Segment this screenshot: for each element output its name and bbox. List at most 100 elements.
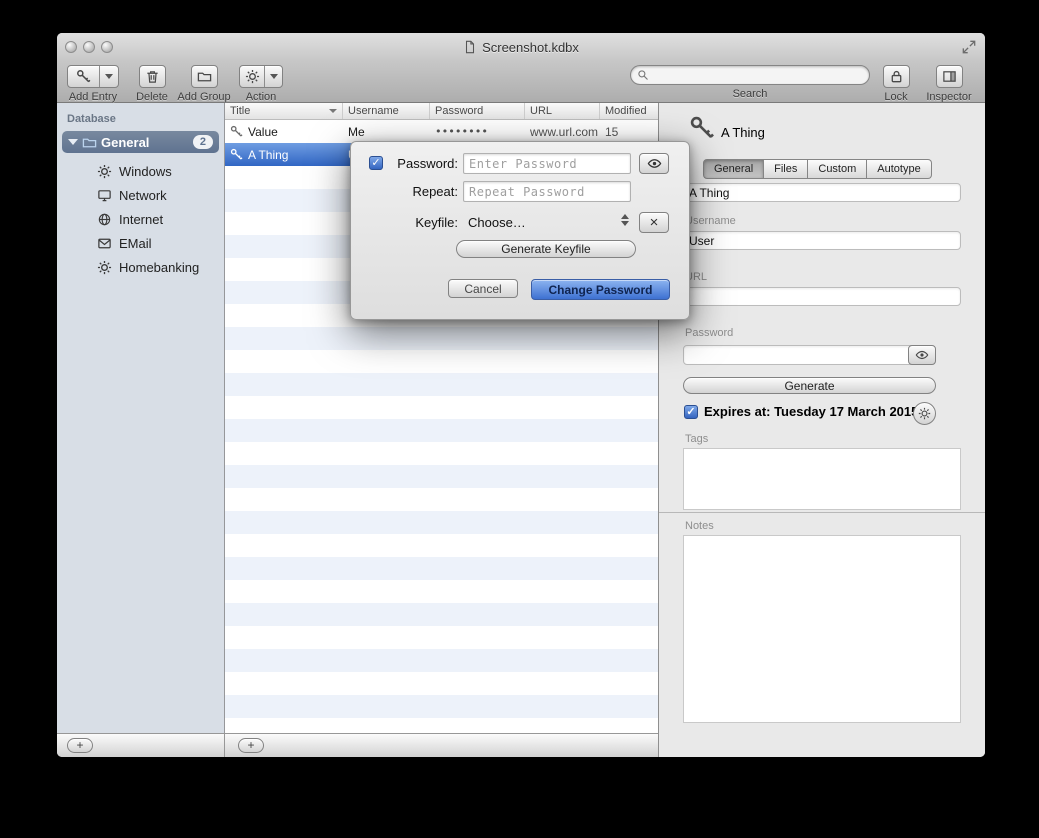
dialog-password-input[interactable] [463,153,631,174]
list-header: Title Username Password URL Modified [225,103,658,120]
checkmark-icon: ✓ [686,406,695,418]
add-group-button[interactable] [191,65,218,88]
change-password-button[interactable]: Change Password [531,279,670,300]
notes-input[interactable] [683,535,961,723]
column-header-url[interactable]: URL [525,103,600,119]
divider [224,733,225,757]
password-checkbox[interactable]: ✓ [369,156,383,170]
eye-icon [915,348,929,362]
column-header-title[interactable]: Title [225,103,343,119]
inspector-entry-title: A Thing [721,125,765,140]
checkmark-icon: ✓ [371,157,380,169]
count-badge: 2 [193,135,213,149]
sidebar-item-internet[interactable]: Internet [57,207,224,231]
username-field[interactable] [683,231,961,250]
delete-label: Delete [136,91,168,103]
document-icon [463,40,477,54]
sidebar-item-label: Network [119,188,167,203]
sidebar-group-general[interactable]: General 2 [62,131,219,153]
stepper-arrows-icon[interactable] [621,214,629,226]
expires-label: Expires at: Tuesday 17 March 2015 [704,404,918,419]
inspector-panel: A Thing General Files Custom Autotype Us… [658,103,985,757]
divider [659,512,985,513]
lock-button[interactable] [883,65,910,88]
eye-icon [647,156,662,171]
tags-input[interactable] [683,448,961,510]
expires-checkbox[interactable]: ✓ [684,405,698,419]
column-header-modified[interactable]: Modified [600,103,658,119]
generate-password-button[interactable]: Generate [683,377,936,394]
sidebar-group-label: General [101,135,149,150]
delete-button[interactable] [139,65,166,88]
action-button[interactable] [239,65,283,88]
gear-icon [245,69,260,84]
password-field[interactable] [683,345,923,365]
chevron-down-icon [270,74,278,79]
gear-icon [97,164,112,179]
expires-options-button[interactable] [913,402,936,425]
search-icon [637,69,649,81]
sidebar-item-label: Internet [119,212,163,227]
gear-icon [918,407,931,420]
disclosure-triangle-icon[interactable] [68,139,78,145]
dialog-keyfile-label: Keyfile: [389,212,458,233]
remove-keyfile-button[interactable]: × [639,212,669,233]
table-row[interactable]: Value Me •••••••• www.url.com 15 [225,120,658,143]
cancel-button[interactable]: Cancel [448,279,518,298]
add-group-label: Add Group [177,91,230,103]
app-window: Screenshot.kdbx Add Entry Delete Add Gro… [57,33,985,757]
url-field[interactable] [683,287,961,306]
keyfile-dropdown[interactable]: Choose… [468,212,526,233]
sidebar-item-label: EMail [119,236,152,251]
tab-autotype[interactable]: Autotype [867,159,931,179]
search-input[interactable] [653,67,863,83]
password-label: Password [685,327,733,339]
envelope-icon [97,236,112,251]
column-header-username[interactable]: Username [343,103,430,119]
tab-general[interactable]: General [703,159,764,179]
dialog-repeat-label: Repeat: [389,181,458,202]
sidebar-header: Database [67,113,116,125]
sidebar-item-network[interactable]: Network [57,183,224,207]
search-label: Search [733,88,768,100]
dialog-reveal-password-button[interactable] [639,153,669,174]
fullscreen-icon[interactable] [962,40,976,54]
sidebar: Database General 2 Windows Network Inter… [57,103,225,733]
key-icon [689,115,715,141]
expires-row: ✓ Expires at: Tuesday 17 March 2015 [684,404,918,419]
tab-files[interactable]: Files [764,159,808,179]
sidebar-item-windows[interactable]: Windows [57,159,224,183]
add-entry-button[interactable] [67,65,119,88]
key-icon [76,69,91,84]
sidebar-item-homebanking[interactable]: Homebanking [57,255,224,279]
sidebar-item-label: Homebanking [119,260,199,275]
title-field[interactable] [683,183,961,202]
key-icon [230,148,243,161]
add-entry-label: Add Entry [69,91,117,103]
add-group-plus-button[interactable]: + [67,738,93,753]
notes-label: Notes [685,520,714,532]
add-entry-plus-button[interactable]: + [238,738,264,753]
key-icon [230,125,243,138]
window-title: Screenshot.kdbx [482,40,579,55]
tab-custom[interactable]: Custom [808,159,867,179]
lock-label: Lock [884,91,907,103]
lock-icon [889,69,904,84]
display-icon [97,188,112,203]
sidebar-item-label: Windows [119,164,172,179]
search-field [630,65,870,85]
inspector-label: Inspector [926,91,971,103]
close-icon: × [650,215,659,230]
reveal-password-button[interactable] [908,345,936,365]
globe-icon [97,212,112,227]
change-password-dialog: ✓ Password: Repeat: Keyfile: Choose… × G… [350,141,690,320]
action-label: Action [246,91,277,103]
trash-icon [145,69,160,84]
inspector-button[interactable] [936,65,963,88]
sidebar-item-email[interactable]: EMail [57,231,224,255]
sort-indicator-icon [329,109,337,113]
generate-keyfile-button[interactable]: Generate Keyfile [456,240,636,258]
titlebar[interactable]: Screenshot.kdbx [57,33,985,61]
dialog-repeat-input[interactable] [463,181,631,202]
column-header-password[interactable]: Password [430,103,525,119]
